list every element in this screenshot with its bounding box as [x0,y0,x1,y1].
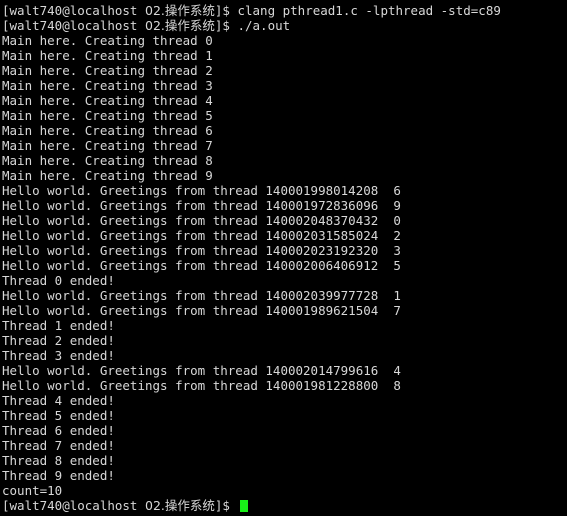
terminal-output-line: Hello world. Greetings from thread 14000… [2,198,567,213]
terminal-output-line: Thread 8 ended! [2,453,567,468]
terminal-output-text: Thread 2 ended! [2,333,115,348]
terminal-output-text: Hello world. Greetings from thread 14000… [2,363,401,378]
terminal-output-line: Main here. Creating thread 0 [2,33,567,48]
terminal-window[interactable]: [walt740@localhost 02.操作系统]$ clang pthre… [0,0,567,516]
terminal-output-text: Thread 0 ended! [2,273,115,288]
terminal-output-line: Hello world. Greetings from thread 14000… [2,363,567,378]
terminal-output-line: Main here. Creating thread 6 [2,123,567,138]
terminal-output-line: Hello world. Greetings from thread 14000… [2,303,567,318]
terminal-output-text: Hello world. Greetings from thread 14000… [2,288,401,303]
terminal-output-text: Thread 9 ended! [2,468,115,483]
terminal-output-line: Hello world. Greetings from thread 14000… [2,183,567,198]
prompt-directory: 02.操作系统 [145,498,215,513]
terminal-output-text: Main here. Creating thread 1 [2,48,213,63]
prompt-user-host: [walt740@localhost [2,18,145,33]
terminal-output-line: Thread 3 ended! [2,348,567,363]
terminal-output-text: Main here. Creating thread 0 [2,33,213,48]
terminal-output-line: Thread 4 ended! [2,393,567,408]
terminal-output-line: Thread 6 ended! [2,423,567,438]
terminal-output-line: Main here. Creating thread 2 [2,63,567,78]
terminal-output-text: Thread 4 ended! [2,393,115,408]
prompt-symbol: ]$ [214,3,238,18]
terminal-output-text: Hello world. Greetings from thread 14000… [2,228,401,243]
terminal-output-line: Thread 5 ended! [2,408,567,423]
prompt-user-host: [walt740@localhost [2,3,145,18]
terminal-output-text: Thread 6 ended! [2,423,115,438]
terminal-output-line: Main here. Creating thread 5 [2,108,567,123]
terminal-output-text: Main here. Creating thread 6 [2,123,213,138]
terminal-output-line: Main here. Creating thread 8 [2,153,567,168]
terminal-prompt-line: [walt740@localhost 02.操作系统]$ ./a.out [2,18,567,33]
terminal-command: ./a.out [237,18,291,33]
prompt-symbol: ]$ [214,498,238,513]
terminal-output-line: Hello world. Greetings from thread 14000… [2,288,567,303]
terminal-prompt-line: [walt740@localhost 02.操作系统]$ [2,498,567,513]
terminal-output-line: Thread 0 ended! [2,273,567,288]
terminal-output-text: Thread 7 ended! [2,438,115,453]
terminal-output-text: Hello world. Greetings from thread 14000… [2,213,401,228]
prompt-directory: 02.操作系统 [145,18,215,33]
terminal-output-line: Hello world. Greetings from thread 14000… [2,243,567,258]
terminal-output-line: Main here. Creating thread 4 [2,93,567,108]
terminal-output-line: Thread 7 ended! [2,438,567,453]
terminal-command: clang pthread1.c -lpthread -std=c89 [237,3,501,18]
terminal-output-text: Thread 5 ended! [2,408,115,423]
terminal-output-text: Main here. Creating thread 4 [2,93,213,108]
terminal-output-text: Thread 8 ended! [2,453,115,468]
terminal-output-line: Main here. Creating thread 3 [2,78,567,93]
terminal-output-text: Hello world. Greetings from thread 14000… [2,198,401,213]
terminal-output-text: count=10 [2,483,63,498]
prompt-symbol: ]$ [214,18,238,33]
terminal-output-line: Thread 1 ended! [2,318,567,333]
terminal-output-text: Main here. Creating thread 5 [2,108,213,123]
terminal-output-line: Main here. Creating thread 1 [2,48,567,63]
terminal-output-text: Hello world. Greetings from thread 14000… [2,378,401,393]
terminal-output-text: Main here. Creating thread 9 [2,168,213,183]
terminal-output-line: Thread 9 ended! [2,468,567,483]
terminal-output-text: Hello world. Greetings from thread 14000… [2,183,401,198]
terminal-output-line: Hello world. Greetings from thread 14000… [2,228,567,243]
terminal-output-line: Thread 2 ended! [2,333,567,348]
terminal-prompt-line: [walt740@localhost 02.操作系统]$ clang pthre… [2,3,567,18]
terminal-output-text: Main here. Creating thread 3 [2,78,213,93]
terminal-output-text: Hello world. Greetings from thread 14000… [2,243,401,258]
prompt-user-host: [walt740@localhost [2,498,145,513]
terminal-output-text: Hello world. Greetings from thread 14000… [2,303,401,318]
terminal-output-text: Thread 1 ended! [2,318,115,333]
terminal-output-line: Hello world. Greetings from thread 14000… [2,258,567,273]
terminal-output-line: count=10 [2,483,567,498]
terminal-output-line: Hello world. Greetings from thread 14000… [2,213,567,228]
terminal-output-text: Main here. Creating thread 8 [2,153,213,168]
terminal-output-line: Hello world. Greetings from thread 14000… [2,378,567,393]
terminal-output-line: Main here. Creating thread 9 [2,168,567,183]
terminal-output-line: Main here. Creating thread 7 [2,138,567,153]
terminal-output-text: Thread 3 ended! [2,348,115,363]
terminal-cursor [240,500,249,512]
terminal-output-text: Hello world. Greetings from thread 14000… [2,258,401,273]
prompt-directory: 02.操作系统 [145,3,215,18]
terminal-output-text: Main here. Creating thread 2 [2,63,213,78]
terminal-output-text: Main here. Creating thread 7 [2,138,213,153]
